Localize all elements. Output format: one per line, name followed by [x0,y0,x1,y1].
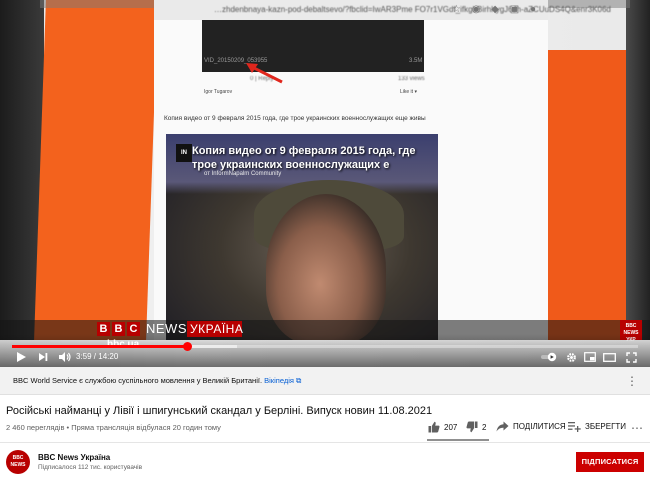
stream-info: Пряма трансляція відбулася 20 годин тому [71,423,221,432]
theater-mode-button[interactable] [601,349,617,365]
progress-bar[interactable] [12,342,638,351]
orange-background-right [548,50,628,340]
info-panel-description: BBC World Service є службою суспільного … [13,376,263,385]
more-actions-icon[interactable]: ⋯ [631,421,643,435]
filmed-comment-views: 133 views [398,76,425,82]
filmed-url-text: …zhdenbnaya-kazn-pod-debaltsevo/?fbclid=… [214,5,611,14]
autoplay-toggle[interactable] [539,349,559,365]
play-icon [17,352,26,362]
browser-extension-icons: ☆ ◉ ◆ ▣ ● [452,4,540,15]
play-button[interactable] [12,349,30,365]
filmed-embedded-video [202,20,424,72]
inner-video-title: Копия видео от 9 февраля 2015 года, где … [192,145,416,172]
subscribe-button[interactable]: ПІДПИСАТИСЯ [576,452,644,472]
save-label: ЗБЕРЕГТИ [585,422,627,431]
filmed-url-bar: …zhdenbnaya-kazn-pod-debaltsevo/?fbclid=… [154,0,611,20]
current-time: 3:59 [76,352,92,361]
total-time: 14:20 [98,352,119,361]
progress-buffered [186,345,238,348]
video-player[interactable]: …zhdenbnaya-kazn-pod-debaltsevo/?fbclid=… [0,0,650,367]
fullscreen-button[interactable] [623,349,639,365]
red-arrow-icon [246,63,283,84]
miniplayer-button[interactable] [582,349,598,365]
soldier-face [266,194,386,340]
progress-scrubber[interactable] [182,342,192,351]
video-meta: 2 460 переглядів • Пряма трансляція відб… [6,423,221,432]
wikipedia-link[interactable]: Вікіпедія ⧉ [264,376,301,385]
filmed-comment-user: Igor Tugarov [204,89,233,95]
skip-next-icon [39,353,48,361]
share-label: ПОДІЛИТИСЯ [513,422,566,431]
thumbs-down-icon [466,421,478,433]
next-button[interactable] [34,349,52,365]
video-title: Російські найманці у Лівії і шпигунський… [6,405,433,417]
settings-button[interactable] [563,349,579,365]
wikipedia-link-label: Вікіпедія [264,376,294,385]
informnapalm-logo: IN [176,144,192,162]
subscriber-count: Підписалося 112 тис. користувачів [38,464,143,471]
dislike-button[interactable]: 2 [466,421,486,433]
progress-played [12,345,187,348]
channel-name[interactable]: BBC News Україна [38,453,110,462]
time-display: 3:59 / 14:20 [76,352,119,361]
channel-avatar[interactable]: BBC NEWS [6,450,30,474]
video-frame: …zhdenbnaya-kazn-pod-debaltsevo/?fbclid=… [0,0,650,367]
like-count: 207 [444,422,458,432]
filmed-comment-more: Like it ▾ [400,89,417,95]
filmed-browser-window: …zhdenbnaya-kazn-pod-debaltsevo/?fbclid=… [154,0,611,340]
like-ratio-bar [427,439,489,441]
miniplayer-icon [584,352,596,362]
inner-video-source: от InformNapalm Community [204,171,282,177]
playlist-add-icon [568,422,581,432]
volume-icon [58,352,71,362]
dislike-count: 2 [482,422,487,432]
fullscreen-icon [625,351,637,363]
external-link-icon: ⧉ [296,376,302,385]
theater-mode-icon [602,352,616,362]
orange-background-left [34,0,158,340]
autoplay-toggle-icon [541,352,557,362]
info-panel: BBC World Service є службою суспільного … [0,367,650,395]
mute-button[interactable] [55,349,73,365]
divider [0,442,650,443]
info-panel-text: BBC World Service є службою суспільного … [13,376,301,386]
more-options-icon[interactable]: ⋮ [626,374,638,388]
save-button[interactable]: ЗБЕРЕГТИ [568,421,626,432]
share-button[interactable]: ПОДІЛИТИСЯ [496,421,566,432]
filmed-caption: Копия видео от 9 февраля 2015 года, где … [164,115,426,122]
thumbs-up-icon [428,421,440,433]
filmed-inner-video: IN Копия видео от 9 февраля 2015 года, г… [166,134,438,340]
like-button[interactable]: 207 [428,421,457,433]
gear-icon [566,352,576,362]
view-count: 2 460 переглядів [6,423,65,432]
share-icon [496,421,509,432]
monitor-edge-right [626,0,650,340]
filmed-file-size: 3.5M [409,58,423,64]
